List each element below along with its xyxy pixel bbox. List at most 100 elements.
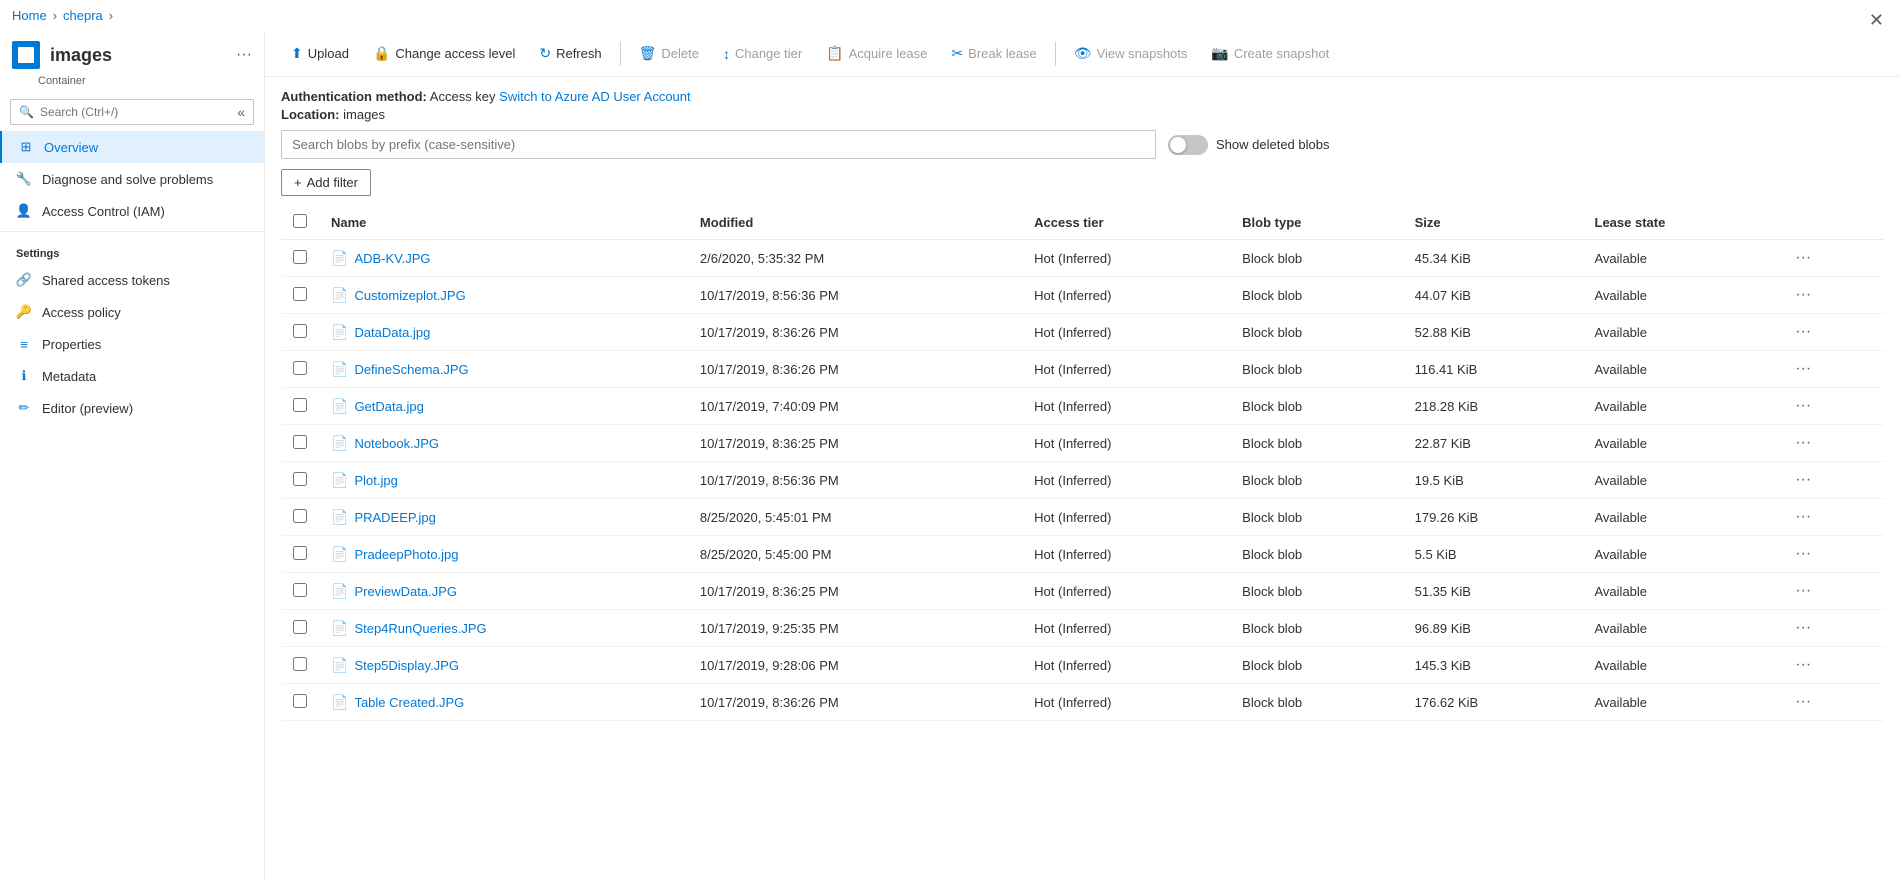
delete-button[interactable]: 🗑 Delete [629,39,709,68]
blob-name-link-2[interactable]: 📄 DataData.jpg [331,324,676,341]
editor-icon: ✏ [16,400,32,416]
change-tier-label: Change tier [735,46,802,61]
row-checkbox-10[interactable] [293,620,307,634]
row-checkbox-4[interactable] [293,398,307,412]
row-name-0: 📄 ADB-KV.JPG [319,240,688,277]
row-checkbox-2[interactable] [293,324,307,338]
blob-name-link-4[interactable]: 📄 GetData.jpg [331,398,676,415]
row-checkbox-9[interactable] [293,583,307,597]
row-lease-state-10: Available [1583,610,1778,647]
row-more-button-6[interactable]: ··· [1789,469,1817,491]
row-more-button-1[interactable]: ··· [1789,284,1817,306]
row-more-button-2[interactable]: ··· [1789,321,1817,343]
breadcrumb-parent[interactable]: chepra [63,8,103,23]
sidebar-item-access-policy[interactable]: 🔑 Access policy [0,296,264,328]
properties-icon: ≡ [16,336,32,352]
row-checkbox-5[interactable] [293,435,307,449]
row-modified-0: 2/6/2020, 5:35:32 PM [688,240,1022,277]
sidebar-item-shared-access-tokens[interactable]: 🔗 Shared access tokens [0,264,264,296]
break-lease-button[interactable]: ✂ Break lease [941,39,1046,68]
change-access-button[interactable]: 🔒 Change access level [363,39,525,68]
row-more-button-0[interactable]: ··· [1789,247,1817,269]
refresh-button[interactable]: ↻ Refresh [529,39,611,68]
sidebar-item-iam[interactable]: 👤 Access Control (IAM) [0,195,264,227]
row-checkbox-cell [281,277,319,314]
sidebar-item-diagnose[interactable]: 🔧 Diagnose and solve problems [0,163,264,195]
switch-auth-link[interactable]: Switch to Azure AD User Account [499,89,690,104]
upload-button[interactable]: ⬆ Upload [281,39,359,68]
blob-name-link-11[interactable]: 📄 Step5Display.JPG [331,657,676,674]
row-more-button-10[interactable]: ··· [1789,617,1817,639]
breadcrumb-home[interactable]: Home [12,8,47,23]
search-filter-row: Show deleted blobs [281,130,1884,159]
row-more-button-4[interactable]: ··· [1789,395,1817,417]
select-all-checkbox[interactable] [293,214,307,228]
blob-name-link-8[interactable]: 📄 PradeepPhoto.jpg [331,546,676,563]
acquire-lease-button[interactable]: 📋 Acquire lease [816,39,937,68]
blob-name-link-1[interactable]: 📄 Customizeplot.JPG [331,287,676,304]
table-header: Name Modified Access tier Blob type Size… [281,206,1884,240]
sidebar-item-metadata[interactable]: ℹ Metadata [0,360,264,392]
lock-icon: 🔒 [373,45,390,62]
blob-name-link-10[interactable]: 📄 Step4RunQueries.JPG [331,620,676,637]
row-checkbox-11[interactable] [293,657,307,671]
row-checkbox-0[interactable] [293,250,307,264]
row-checkbox-3[interactable] [293,361,307,375]
sidebar-item-editor[interactable]: ✏ Editor (preview) [0,392,264,424]
show-deleted-toggle[interactable] [1168,135,1208,155]
sidebar-search-input[interactable] [40,105,231,119]
row-modified-11: 10/17/2019, 9:28:06 PM [688,647,1022,684]
add-filter-plus-icon: + [294,175,302,190]
row-checkbox-1[interactable] [293,287,307,301]
row-checkbox-6[interactable] [293,472,307,486]
row-access-tier-4: Hot (Inferred) [1022,388,1230,425]
add-filter-button[interactable]: + Add filter [281,169,371,196]
row-access-tier-3: Hot (Inferred) [1022,351,1230,388]
blob-name-link-3[interactable]: 📄 DefineSchema.JPG [331,361,676,378]
blob-name-link-6[interactable]: 📄 Plot.jpg [331,472,676,489]
sidebar-item-properties[interactable]: ≡ Properties [0,328,264,360]
file-icon-1: 📄 [331,287,348,304]
change-tier-button[interactable]: ↕ Change tier [713,40,812,68]
blob-name-link-5[interactable]: 📄 Notebook.JPG [331,435,676,452]
create-snapshot-button[interactable]: 📷 Create snapshot [1201,39,1339,68]
logo-inner [18,47,34,63]
sidebar-item-overview-label: Overview [44,140,98,155]
table-row: 📄 PreviewData.JPG 10/17/2019, 8:36:25 PM… [281,573,1884,610]
collapse-button[interactable]: « [237,104,245,120]
blob-name-link-12[interactable]: 📄 Table Created.JPG [331,694,676,711]
row-blob-type-6: Block blob [1230,462,1402,499]
row-more-button-8[interactable]: ··· [1789,543,1817,565]
row-size-4: 218.28 KiB [1403,388,1583,425]
blob-name-link-7[interactable]: 📄 PRADEEP.jpg [331,509,676,526]
toolbar-sep1 [620,42,621,66]
row-more-button-12[interactable]: ··· [1789,691,1817,713]
sidebar-item-overview[interactable]: ⊞ Overview [0,131,264,163]
blob-search-input[interactable] [281,130,1156,159]
auth-location-value: images [343,107,385,122]
row-more-button-11[interactable]: ··· [1789,654,1817,676]
file-icon-6: 📄 [331,472,348,489]
close-button[interactable]: ✕ [1869,10,1884,31]
change-tier-icon: ↕ [723,46,730,62]
content-area: Authentication method: Access key Switch… [265,77,1900,879]
container-logo [12,41,40,69]
blob-name-link-9[interactable]: 📄 PreviewData.JPG [331,583,676,600]
row-more-button-3[interactable]: ··· [1789,358,1817,380]
view-snapshots-button[interactable]: 👁 View snapshots [1064,39,1198,68]
row-name-10: 📄 Step4RunQueries.JPG [319,610,688,647]
row-checkbox-12[interactable] [293,694,307,708]
sidebar-more-button[interactable]: ··· [236,46,252,64]
row-lease-state-4: Available [1583,388,1778,425]
row-blob-type-0: Block blob [1230,240,1402,277]
row-checkbox-8[interactable] [293,546,307,560]
file-icon-10: 📄 [331,620,348,637]
row-checkbox-7[interactable] [293,509,307,523]
blob-table: Name Modified Access tier Blob type Size… [281,206,1884,721]
row-more-button-9[interactable]: ··· [1789,580,1817,602]
col-lease-state: Lease state [1583,206,1778,240]
row-more-button-5[interactable]: ··· [1789,432,1817,454]
row-size-11: 145.3 KiB [1403,647,1583,684]
blob-name-link-0[interactable]: 📄 ADB-KV.JPG [331,250,676,267]
row-more-button-7[interactable]: ··· [1789,506,1817,528]
